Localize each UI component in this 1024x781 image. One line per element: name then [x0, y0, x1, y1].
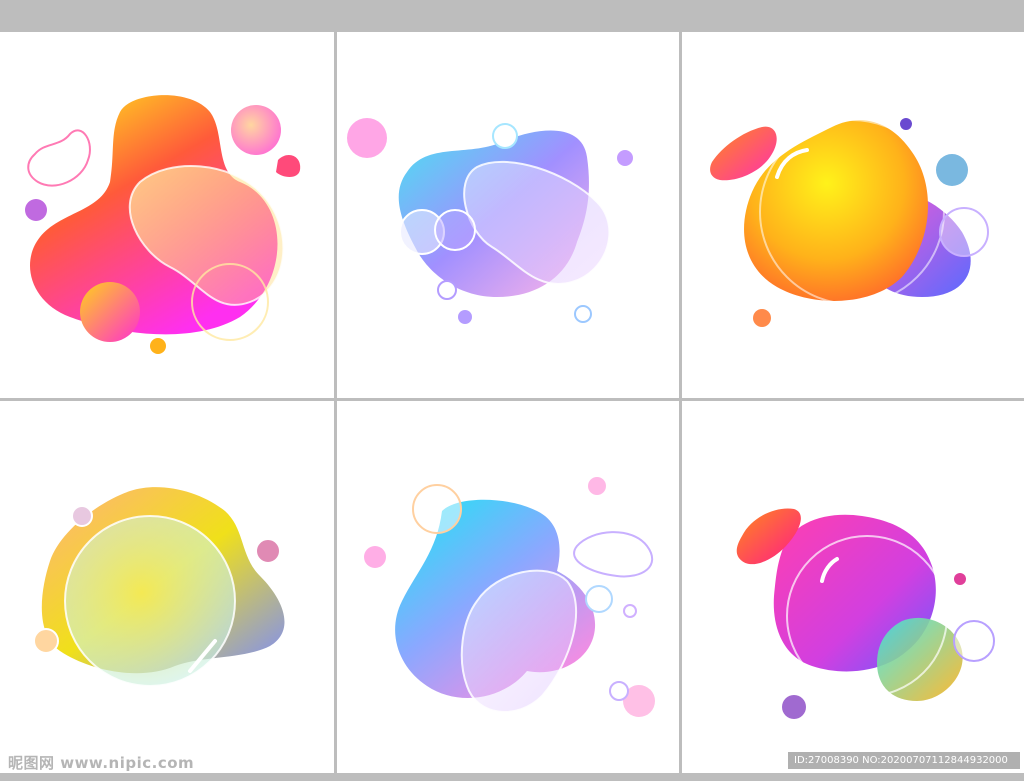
pink-dot-right	[954, 573, 966, 585]
orange-circle	[80, 282, 140, 342]
glass-bubble-right	[939, 207, 989, 257]
site-watermark: 昵图网 www.nipic.com	[8, 754, 195, 772]
violet-dot-bottom	[782, 695, 806, 719]
dot-bottom-right	[574, 305, 592, 323]
blob-art-2	[347, 118, 633, 324]
small-bubble-left	[33, 628, 59, 654]
blob-art-6	[736, 508, 995, 719]
blob-art-1	[25, 95, 301, 354]
bottom-strip	[0, 773, 1024, 781]
blob-art-3	[710, 118, 989, 327]
panel-2-violet-cyan-blob	[337, 32, 679, 398]
small-red-blob	[276, 155, 301, 177]
panel-1-yellow-magenta-blob	[0, 32, 334, 398]
top-bar	[0, 0, 1024, 32]
panel-4-yellow-glass-blob	[0, 401, 334, 773]
pink-dot-top	[588, 477, 606, 495]
edge-circle	[347, 118, 387, 158]
glass-sphere	[64, 515, 236, 687]
violet-dot-top	[900, 118, 912, 130]
bubble-bottom	[609, 681, 629, 701]
dot-right	[617, 150, 633, 166]
small-bubble-top	[71, 505, 93, 527]
dot-bottom-left	[458, 310, 472, 324]
small-bubble-right	[255, 538, 281, 564]
panel-6-magenta-teal-blob	[682, 401, 1024, 773]
panel-5-cyan-pink-blob	[337, 401, 679, 773]
blob-art-4	[33, 487, 285, 687]
bubble-top-left	[412, 484, 462, 534]
teal-blob	[877, 617, 963, 701]
top-bubble	[492, 123, 518, 149]
bubble-right	[953, 620, 995, 662]
orange-dot-bottom	[753, 309, 771, 327]
blob-art-5	[364, 477, 655, 717]
dot-small-right	[623, 604, 637, 618]
tiny-dot-left	[25, 199, 47, 221]
dot-left-low	[437, 280, 457, 300]
pink-dot-left	[364, 546, 386, 568]
cyan-dot	[936, 154, 968, 186]
glass-bubble-small	[434, 209, 476, 251]
small-bubble-left	[27, 129, 91, 187]
image-id-label: ID:27008390 NO:20200707112844932000	[788, 752, 1020, 769]
glass-bubble-right	[573, 531, 654, 578]
tiny-dot-bottom	[150, 338, 166, 354]
panel-3-orange-violet-blob	[682, 32, 1024, 398]
bubble-small-right	[585, 585, 613, 613]
peach-circle	[231, 105, 281, 155]
